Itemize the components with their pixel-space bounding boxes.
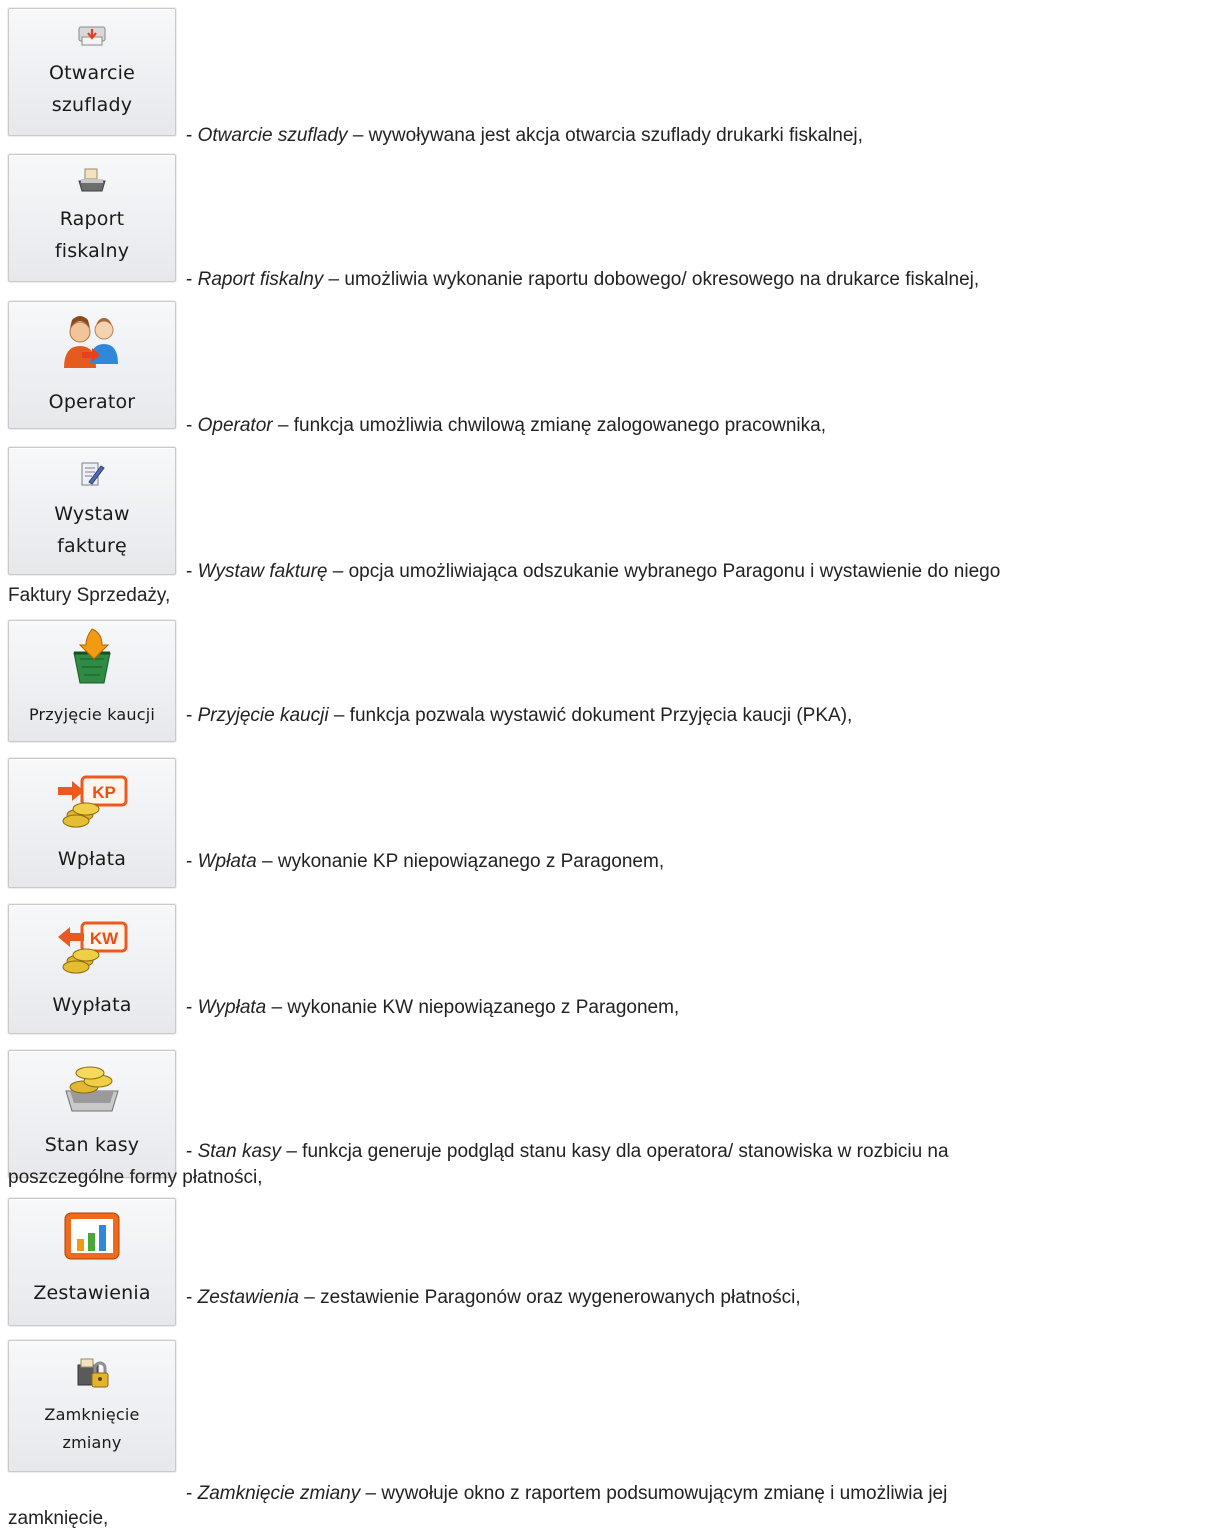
stan-kasy-button[interactable]: Stan kasy bbox=[8, 1050, 176, 1178]
button-label: Wystaw bbox=[54, 503, 130, 525]
operator-button[interactable]: Operator bbox=[8, 301, 176, 429]
description: - Wystaw fakturę – opcja umożliwiająca o… bbox=[186, 560, 1217, 584]
description-text: – wywoływana jest akcja otwarcia szuflad… bbox=[347, 125, 863, 146]
description-continuation: zamknięcie, bbox=[8, 1508, 109, 1529]
description: - Wypłata – wykonanie KW niepowiązanego … bbox=[186, 996, 1217, 1020]
button-label: fiskalny bbox=[54, 240, 130, 262]
cash-drawer-coins-icon bbox=[65, 1066, 119, 1112]
kw-coins-icon: KW bbox=[58, 921, 128, 974]
term: Wpłata bbox=[197, 851, 257, 872]
dash: - bbox=[186, 269, 198, 290]
dash: - bbox=[186, 1141, 198, 1162]
term: Wypłata bbox=[197, 997, 267, 1018]
kw-badge-text: KW bbox=[90, 929, 119, 948]
zestawienia-button[interactable]: Zestawienia bbox=[8, 1198, 176, 1326]
dash: - bbox=[186, 851, 198, 872]
term: Operator bbox=[197, 415, 273, 436]
description: - Zamknięcie zmiany – wywołuje okno z ra… bbox=[186, 1482, 1217, 1506]
kp-badge-text: KP bbox=[92, 783, 116, 802]
button-label: Zamknięcie bbox=[44, 1405, 140, 1424]
dash: - bbox=[186, 705, 198, 726]
wplata-button[interactable]: KP Wpłata bbox=[8, 758, 176, 888]
dash: - bbox=[186, 997, 198, 1018]
description-text: – opcja umożliwiająca odszukanie wybrane… bbox=[327, 561, 1001, 582]
invoice-pen-icon bbox=[81, 462, 105, 486]
term: Zamknięcie zmiany bbox=[197, 1483, 361, 1504]
description: - Raport fiskalny – umożliwia wykonanie … bbox=[186, 268, 1217, 292]
wystaw-fakture-button[interactable]: Wystaw fakturę bbox=[8, 447, 176, 575]
button-label: Przyjęcie kaucji bbox=[28, 705, 156, 724]
description: - Zestawienia – zestawienie Paragonów or… bbox=[186, 1286, 1217, 1310]
button-label: Otwarcie bbox=[49, 62, 135, 84]
term: Wystaw fakturę bbox=[197, 561, 328, 582]
button-label: Wpłata bbox=[57, 848, 127, 870]
dash: - bbox=[186, 1287, 198, 1308]
term: Przyjęcie kaucji bbox=[197, 705, 329, 726]
button-label: Wypłata bbox=[52, 994, 132, 1016]
description-continuation: Faktury Sprzedaży, bbox=[8, 585, 171, 606]
description-text: – wywołuje okno z raportem podsumowujący… bbox=[360, 1483, 948, 1504]
description-text: – funkcja generuje podgląd stanu kasy dl… bbox=[281, 1141, 949, 1162]
description: - Operator – funkcja umożliwia chwilową … bbox=[186, 414, 1217, 438]
description-continuation: poszczególne formy płatności, bbox=[8, 1167, 263, 1188]
drawer-open-icon bbox=[78, 26, 106, 46]
otwarcie-szuflady-button[interactable]: Otwarcie szuflady bbox=[8, 8, 176, 136]
zamkniecie-zmiany-button[interactable]: Zamknięcie zmiany bbox=[8, 1340, 176, 1472]
term: Stan kasy bbox=[197, 1141, 282, 1162]
button-label: szuflady bbox=[51, 94, 133, 116]
description-text: – funkcja pozwala wystawić dokument Przy… bbox=[328, 705, 853, 726]
register-lock-icon bbox=[77, 1358, 109, 1388]
term: Otwarcie szuflady bbox=[197, 125, 348, 146]
bar-chart-icon bbox=[64, 1212, 120, 1260]
kp-coins-icon: KP bbox=[58, 775, 128, 828]
description-text: – wykonanie KW niepowiązanego z Paragone… bbox=[266, 997, 680, 1018]
term: Raport fiskalny bbox=[197, 269, 324, 290]
description: - Przyjęcie kaucji – funkcja pozwala wys… bbox=[186, 704, 1217, 728]
button-label: fakturę bbox=[57, 535, 127, 557]
description-text: – funkcja umożliwia chwilową zmianę zalo… bbox=[272, 415, 826, 436]
button-label: Stan kasy bbox=[44, 1134, 140, 1156]
description: - Wpłata – wykonanie KP niepowiązanego z… bbox=[186, 850, 1217, 874]
operator-switch-icon bbox=[64, 316, 118, 368]
description-text: – wykonanie KP niepowiązanego z Paragone… bbox=[256, 851, 665, 872]
deposit-crate-icon bbox=[73, 628, 111, 684]
button-label: zmiany bbox=[62, 1433, 122, 1452]
raport-fiskalny-button[interactable]: Raport fiskalny bbox=[8, 154, 176, 282]
button-label: Zestawienia bbox=[33, 1282, 151, 1304]
dash: - bbox=[186, 561, 198, 582]
dash: - bbox=[186, 125, 198, 146]
description-text: – zestawienie Paragonów oraz wygenerowan… bbox=[299, 1287, 801, 1308]
dash: - bbox=[186, 1483, 198, 1504]
fiscal-printer-icon bbox=[78, 168, 106, 192]
description: - Otwarcie szuflady – wywoływana jest ak… bbox=[186, 124, 1217, 148]
term: Zestawienia bbox=[197, 1287, 299, 1308]
dash: - bbox=[186, 415, 198, 436]
button-label: Operator bbox=[48, 391, 136, 413]
wyplata-button[interactable]: KW Wypłata bbox=[8, 904, 176, 1034]
button-label: Raport bbox=[59, 208, 125, 230]
description: - Stan kasy – funkcja generuje podgląd s… bbox=[186, 1140, 1217, 1164]
description-text: – umożliwia wykonanie raportu dobowego/ … bbox=[323, 269, 980, 290]
przyjecie-kaucji-button[interactable]: Przyjęcie kaucji bbox=[8, 620, 176, 742]
